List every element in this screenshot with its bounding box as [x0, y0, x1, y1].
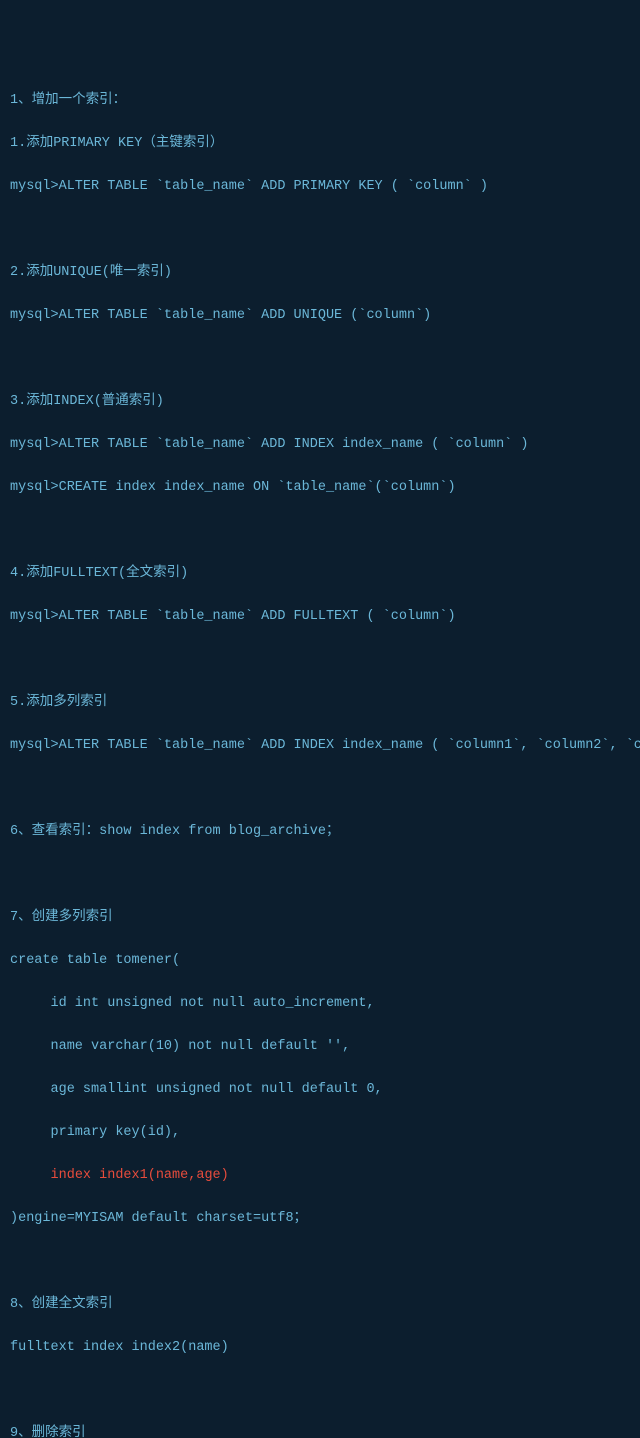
code-line: create table tomener(: [10, 950, 630, 972]
blank-line: [10, 348, 630, 370]
code-indent: [10, 1168, 51, 1183]
code-line: mysql>ALTER TABLE `table_name` ADD INDEX…: [10, 434, 630, 456]
code-line: fulltext index index2(name): [10, 1337, 630, 1359]
blank-line: [10, 864, 630, 886]
code-line-highlighted: index index1(name,age): [10, 1165, 630, 1187]
blank-line: [10, 520, 630, 542]
code-line: 5.添加多列索引: [10, 692, 630, 714]
blank-line: [10, 778, 630, 800]
blank-line: [10, 1380, 630, 1402]
code-line: mysql>ALTER TABLE `table_name` ADD UNIQU…: [10, 305, 630, 327]
code-line: 1、增加一个索引：: [10, 90, 630, 112]
blank-line: [10, 649, 630, 671]
code-line: mysql>ALTER TABLE `table_name` ADD FULLT…: [10, 606, 630, 628]
blank-line: [10, 219, 630, 241]
code-line: primary key(id),: [10, 1122, 630, 1144]
code-line: 6、查看索引：show index from blog_archive；: [10, 821, 630, 843]
code-line: 8、创建全文索引: [10, 1294, 630, 1316]
code-line: )engine=MYISAM default charset=utf8；: [10, 1208, 630, 1230]
code-line: mysql>ALTER TABLE `table_name` ADD PRIMA…: [10, 176, 630, 198]
blank-line: [10, 1251, 630, 1273]
code-line: 7、创建多列索引: [10, 907, 630, 929]
code-line: 3.添加INDEX(普通索引): [10, 391, 630, 413]
code-line: id int unsigned not null auto_increment,: [10, 993, 630, 1015]
code-line: 2.添加UNIQUE(唯一索引): [10, 262, 630, 284]
code-line: mysql>ALTER TABLE `table_name` ADD INDEX…: [10, 735, 630, 757]
code-line: 1.添加PRIMARY KEY（主键索引）: [10, 133, 630, 155]
code-highlight: index index1(name,age): [51, 1168, 229, 1183]
code-line: age smallint unsigned not null default 0…: [10, 1079, 630, 1101]
code-line: mysql>CREATE index index_name ON `table_…: [10, 477, 630, 499]
code-line: name varchar(10) not null default '',: [10, 1036, 630, 1058]
code-line: 4.添加FULLTEXT(全文索引): [10, 563, 630, 585]
code-line: 9、删除索引: [10, 1423, 630, 1438]
